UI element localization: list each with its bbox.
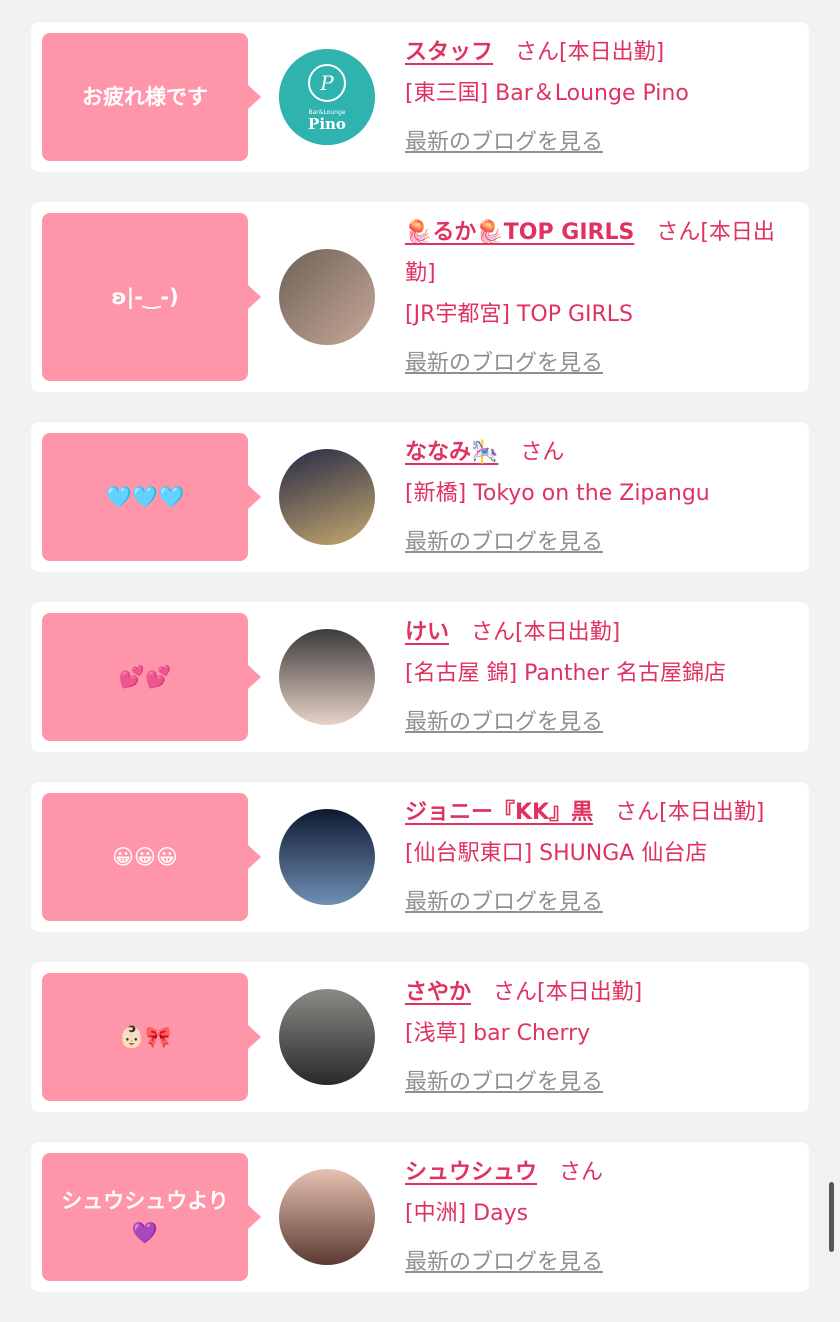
honorific: さん [493,980,538,1005]
attendance-status: [本日出勤] [515,620,621,645]
cast-info: スタッフ さん[本日出勤] [東三国] Bar＆Lounge Pino 最新のブロ… [405,32,795,163]
honorific: さん [471,620,516,645]
avatar[interactable] [279,809,375,905]
honorific: さん [520,440,565,465]
shop-name: [名古屋 錦] Panther 名古屋錦店 [405,661,726,686]
latest-blog-link[interactable]: 最新のブログを見る [405,702,795,743]
cast-card: シュウシュウより 💜 シュウシュウ さん [中洲] Days 最新のブログを見る [31,1142,809,1292]
cast-card: 😀😀😀 ジョニー『KK』黒 さん[本日出勤] [仙台駅東口] SHUNGA 仙台店… [31,782,809,932]
cast-name-link[interactable]: ジョニー『KK』黒 [405,800,593,825]
cast-card: 💕💕 けい さん[本日出勤] [名古屋 錦] Panther 名古屋錦店 最新のブ… [31,602,809,752]
svg-text:P: P [319,71,334,95]
cast-card: ʚ|-‿-) 🪼るか🪼TOP GIRLS さん[本日出勤] [JR宇都宮] TOP… [31,202,809,392]
cast-info: 🪼るか🪼TOP GIRLS さん[本日出勤] [JR宇都宮] TOP GIRLS … [405,212,795,384]
message-bubble: 👶🏻🎀 [42,973,261,1101]
latest-blog-link[interactable]: 最新のブログを見る [405,1062,795,1103]
shop-name: [新橋] Tokyo on the Zipangu [405,481,710,506]
latest-blog-link[interactable]: 最新のブログを見る [405,1242,795,1283]
svg-text:Pino: Pino [308,115,346,133]
cast-info: けい さん[本日出勤] [名古屋 錦] Panther 名古屋錦店 最新のブログを… [405,612,795,743]
latest-blog-link[interactable]: 最新のブログを見る [405,882,795,923]
avatar[interactable] [279,629,375,725]
attendance-status: [本日出勤] [537,980,643,1005]
shop-name: [中洲] Days [405,1201,529,1226]
cast-info: ジョニー『KK』黒 さん[本日出勤] [仙台駅東口] SHUNGA 仙台店 最新の… [405,792,795,923]
avatar[interactable] [279,1169,375,1265]
cast-name-link[interactable]: ななみ🎠 [405,440,498,465]
cast-info: さやか さん[本日出勤] [浅草] bar Cherry 最新のブログを見る [405,972,795,1103]
shop-name: [JR宇都宮] TOP GIRLS [405,302,633,327]
message-bubble: 😀😀😀 [42,793,261,921]
cast-name-link[interactable]: けい [405,620,449,645]
message-bubble: 🩵🩵🩵 [42,433,261,561]
avatar[interactable]: P Bar&Lounge Pino [279,49,375,145]
message-bubble: 💕💕 [42,613,261,741]
message-bubble: シュウシュウより 💜 [42,1153,261,1281]
cast-card: お疲れ様です P Bar&Lounge Pino スタッフ さん[本日出勤] [東… [31,22,809,172]
cast-info: ななみ🎠 さん [新橋] Tokyo on the Zipangu 最新のブログを… [405,432,795,563]
scrollbar[interactable] [829,1182,834,1252]
message-bubble: ʚ|-‿-) [42,213,261,381]
latest-blog-link[interactable]: 最新のブログを見る [405,522,795,563]
cast-name-link[interactable]: スタッフ [405,40,493,65]
honorific: さん [559,1160,604,1185]
cast-info: シュウシュウ さん [中洲] Days 最新のブログを見る [405,1152,795,1283]
avatar[interactable] [279,989,375,1085]
honorific: さん [656,220,701,245]
avatar[interactable] [279,249,375,345]
cast-name-link[interactable]: さやか [405,980,471,1005]
honorific: さん [615,800,660,825]
cast-card: 👶🏻🎀 さやか さん[本日出勤] [浅草] bar Cherry 最新のブログを見… [31,962,809,1112]
attendance-status: [本日出勤] [559,40,665,65]
avatar[interactable] [279,449,375,545]
shop-name: [東三国] Bar＆Lounge Pino [405,81,689,106]
latest-blog-link[interactable]: 最新のブログを見る [405,122,795,163]
cast-name-link[interactable]: 🪼るか🪼TOP GIRLS [405,220,634,245]
latest-blog-link[interactable]: 最新のブログを見る [405,343,795,384]
cast-name-link[interactable]: シュウシュウ [405,1160,537,1185]
shop-name: [浅草] bar Cherry [405,1021,591,1046]
shop-logo-icon: P Bar&Lounge Pino [279,49,375,145]
cast-list: お疲れ様です P Bar&Lounge Pino スタッフ さん[本日出勤] [東… [31,22,809,1322]
message-bubble: お疲れ様です [42,33,261,161]
cast-card: 🩵🩵🩵 ななみ🎠 さん [新橋] Tokyo on the Zipangu 最新の… [31,422,809,572]
shop-name: [仙台駅東口] SHUNGA 仙台店 [405,841,708,866]
attendance-status: [本日出勤] [659,800,765,825]
honorific: さん [515,40,560,65]
